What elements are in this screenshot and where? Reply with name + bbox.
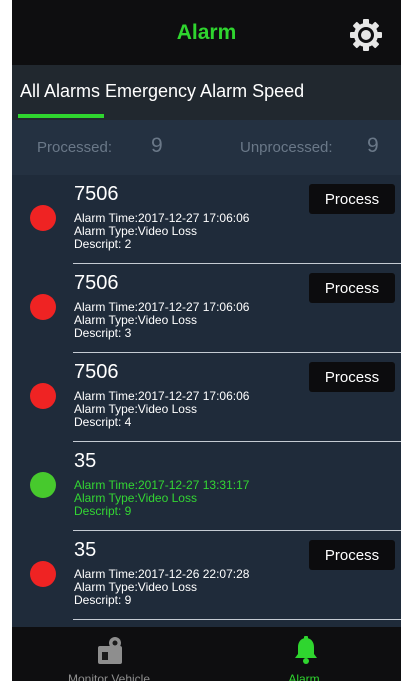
status-dot	[30, 205, 56, 231]
alarm-details: Alarm Time:2017-12-27 17:06:06 Alarm Typ…	[74, 301, 249, 340]
alarm-descript: Descript: 3	[74, 326, 132, 340]
alarm-descript: Descript: 2	[74, 237, 132, 251]
tab-labels[interactable]: All Alarms Emergency Alarm Speed	[20, 81, 304, 102]
unprocessed-count: 9	[367, 134, 379, 157]
active-tab-indicator	[18, 114, 104, 118]
tab-alarm[interactable]: Alarm	[207, 627, 401, 681]
alarm-row[interactable]: 7506 Alarm Time:2017-12-27 17:06:06 Alar…	[12, 264, 401, 353]
unprocessed-label: Unprocessed:	[240, 139, 333, 156]
tab-label: Monitor Vehicle	[67, 672, 151, 681]
alarm-descript: Descript: 9	[74, 593, 132, 607]
tab-monitor-vehicle[interactable]: Monitor Vehicle	[12, 627, 206, 681]
alarm-counters: Processed: 9 Unprocessed: 9	[12, 120, 401, 175]
alarm-tab-bar: All Alarms Emergency Alarm Speed	[12, 65, 401, 121]
alarm-row[interactable]: 7506 Alarm Time:2017-12-27 17:06:06 Alar…	[12, 175, 401, 264]
status-dot	[30, 383, 56, 409]
page-title: Alarm	[176, 20, 237, 44]
alarm-row[interactable]: 7506 Alarm Time:2017-12-27 17:06:06 Alar…	[12, 353, 401, 442]
vehicle-id: 35	[74, 450, 97, 472]
monitor-vehicle-icon	[98, 637, 122, 664]
alarm-descript: Descript: 9	[74, 504, 132, 518]
processed-label: Processed:	[37, 139, 113, 156]
alarm-row[interactable]: 35 Alarm Time:2017-12-26 22:07:28 Alarm …	[12, 531, 401, 620]
alarm-descript: Descript: 4	[74, 415, 132, 429]
process-button[interactable]: Process	[309, 184, 395, 214]
vehicle-id: 7506	[74, 183, 119, 205]
process-button[interactable]: Process	[309, 273, 395, 303]
status-dot	[30, 472, 56, 498]
alarm-details: Alarm Time:2017-12-27 17:06:06 Alarm Typ…	[74, 212, 249, 251]
row-divider	[73, 619, 401, 620]
vehicle-id: 35	[74, 539, 97, 561]
alarm-details: Alarm Time:2017-12-27 13:31:17 Alarm Typ…	[74, 479, 249, 518]
alarm-details: Alarm Time:2017-12-27 17:06:06 Alarm Typ…	[74, 390, 249, 429]
vehicle-id: 7506	[74, 272, 119, 294]
alarm-row[interactable]: 35 Alarm Time:2017-12-27 13:31:17 Alarm …	[12, 442, 401, 531]
alarm-app: Alarm All Alarms Emergency Alarm Speed P…	[12, 0, 401, 681]
process-button[interactable]: Process	[309, 540, 395, 570]
process-button[interactable]: Process	[309, 362, 395, 392]
status-dot	[30, 561, 56, 587]
tab-label: Alarm	[288, 672, 320, 681]
alarm-list: 7506 Alarm Time:2017-12-27 17:06:06 Alar…	[12, 175, 401, 627]
bottom-tab-bar: Monitor Vehicle Alarm	[12, 627, 401, 681]
status-dot	[30, 294, 56, 320]
bell-icon	[295, 636, 317, 664]
header-bar: Alarm	[12, 0, 401, 65]
gear-icon[interactable]	[349, 18, 383, 52]
vehicle-id: 7506	[74, 361, 119, 383]
alarm-details: Alarm Time:2017-12-26 22:07:28 Alarm Typ…	[74, 568, 249, 607]
processed-count: 9	[151, 134, 163, 157]
